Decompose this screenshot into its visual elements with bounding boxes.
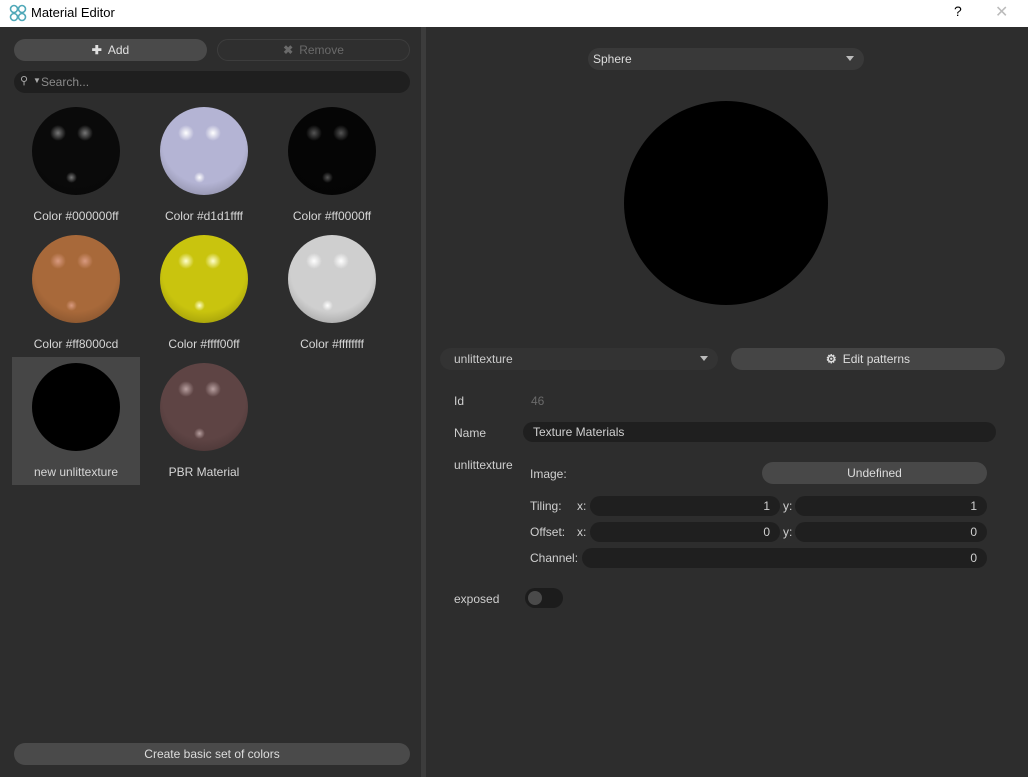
specular-highlight [50, 253, 67, 270]
remove-label: Remove [299, 43, 344, 57]
chevron-down-icon [700, 356, 708, 361]
specular-highlight [332, 125, 349, 142]
specular-highlight [178, 125, 195, 142]
specular-highlight [194, 300, 205, 311]
tiling-y-field[interactable] [795, 496, 987, 516]
material-sphere-thumbnail [32, 363, 120, 451]
material-sphere-thumbnail [160, 107, 248, 195]
specular-highlight [332, 253, 349, 270]
exposed-label: exposed [454, 592, 500, 606]
app-logo-icon [9, 4, 27, 22]
close-button[interactable]: ✕ [995, 2, 1008, 22]
material-tile[interactable]: Color #ff8000cd [12, 229, 140, 357]
channel-label: Channel: [530, 551, 579, 565]
material-tile[interactable]: Color #ffffffff [268, 229, 396, 357]
specular-highlight [50, 125, 67, 142]
image-select-button[interactable]: Undefined [762, 462, 987, 484]
material-label: Color #ff0000ff [292, 209, 372, 223]
specular-highlight [194, 172, 205, 183]
specular-highlight [178, 381, 195, 398]
section-label: unlittexture [454, 458, 513, 472]
tiling-label: Tiling: [530, 499, 562, 513]
material-sphere-thumbnail [160, 363, 248, 451]
edit-patterns-button[interactable]: ⚙ Edit patterns [731, 348, 1005, 370]
create-basic-colors-button[interactable]: Create basic set of colors [14, 743, 410, 765]
help-button[interactable]: ? [954, 3, 962, 19]
materials-panel: ✚ Add ✖ Remove ⚲ ▼ Color #000000ff Color #d… [0, 27, 421, 777]
material-label: Color #000000ff [33, 209, 119, 223]
specular-highlight [306, 125, 323, 142]
gear-icon: ⚙ [825, 352, 837, 366]
specular-highlight [204, 253, 221, 270]
window-title: Material Editor [31, 5, 115, 20]
specular-highlight [76, 125, 93, 142]
material-label: Color #ffffffff [300, 337, 364, 351]
material-tile[interactable]: Color #ffff00ff [140, 229, 268, 357]
material-label: Color #d1d1ffff [164, 209, 244, 223]
material-tile[interactable]: new unlittexture [12, 357, 140, 485]
offset-y-field[interactable] [795, 522, 987, 542]
tiling-x-field[interactable] [590, 496, 780, 516]
material-type-select[interactable]: unlittexture [440, 348, 718, 370]
material-tile[interactable]: Color #000000ff [12, 101, 140, 229]
chevron-down-icon [846, 56, 854, 61]
material-type-value: unlittexture [454, 352, 513, 366]
offset-label: Offset: [530, 525, 566, 539]
image-label: Image: [530, 467, 567, 481]
material-label: Color #ff8000cd [33, 337, 119, 351]
material-sphere-thumbnail [32, 107, 120, 195]
offset-x-label: x: [577, 525, 587, 539]
material-label: new unlittexture [33, 465, 119, 479]
offset-x-field[interactable] [590, 522, 780, 542]
name-label: Name [454, 426, 487, 440]
id-label: Id [454, 394, 465, 408]
specular-highlight [322, 172, 333, 183]
search-box[interactable]: ⚲ ▼ [14, 71, 410, 93]
preview-shape-select[interactable]: Sphere [588, 48, 864, 70]
search-icon: ⚲ [20, 75, 29, 87]
material-properties-panel: Sphere unlittexture ⚙ Edit patterns Id 46… [426, 27, 1028, 777]
tiling-x-label: x: [577, 499, 587, 513]
material-preview-sphere [624, 101, 828, 305]
material-tile[interactable]: Color #ff0000ff [268, 101, 396, 229]
x-icon: ✖ [283, 43, 294, 57]
specular-highlight [194, 428, 205, 439]
exposed-toggle[interactable] [525, 588, 563, 608]
name-field[interactable] [523, 422, 996, 442]
edit-patterns-label: Edit patterns [842, 352, 911, 366]
offset-y-label: y: [783, 525, 793, 539]
specular-highlight [178, 253, 195, 270]
specular-highlight [66, 300, 77, 311]
material-tile[interactable]: PBR Material [140, 357, 268, 485]
tiling-y-label: y: [783, 499, 793, 513]
specular-highlight [306, 253, 323, 270]
toggle-knob [528, 591, 542, 605]
material-label: Color #ffff00ff [168, 337, 240, 351]
material-label: PBR Material [168, 465, 240, 479]
specular-highlight [66, 172, 77, 183]
specular-highlight [204, 381, 221, 398]
chevron-down-icon[interactable]: ▼ [33, 76, 41, 85]
search-input[interactable] [41, 73, 401, 91]
preview-shape-value: Sphere [593, 52, 632, 66]
id-value: 46 [531, 394, 545, 408]
material-sphere-thumbnail [288, 107, 376, 195]
material-tile[interactable]: Color #d1d1ffff [140, 101, 268, 229]
plus-icon: ✚ [91, 43, 102, 57]
remove-button[interactable]: ✖ Remove [217, 39, 410, 61]
material-sphere-thumbnail [160, 235, 248, 323]
channel-field[interactable] [582, 548, 987, 568]
specular-highlight [322, 300, 333, 311]
title-bar: Material Editor ? ✕ [0, 0, 1028, 27]
material-sphere-thumbnail [288, 235, 376, 323]
specular-highlight [204, 125, 221, 142]
add-label: Add [107, 43, 130, 57]
specular-highlight [76, 253, 93, 270]
add-button[interactable]: ✚ Add [14, 39, 207, 61]
material-sphere-thumbnail [32, 235, 120, 323]
